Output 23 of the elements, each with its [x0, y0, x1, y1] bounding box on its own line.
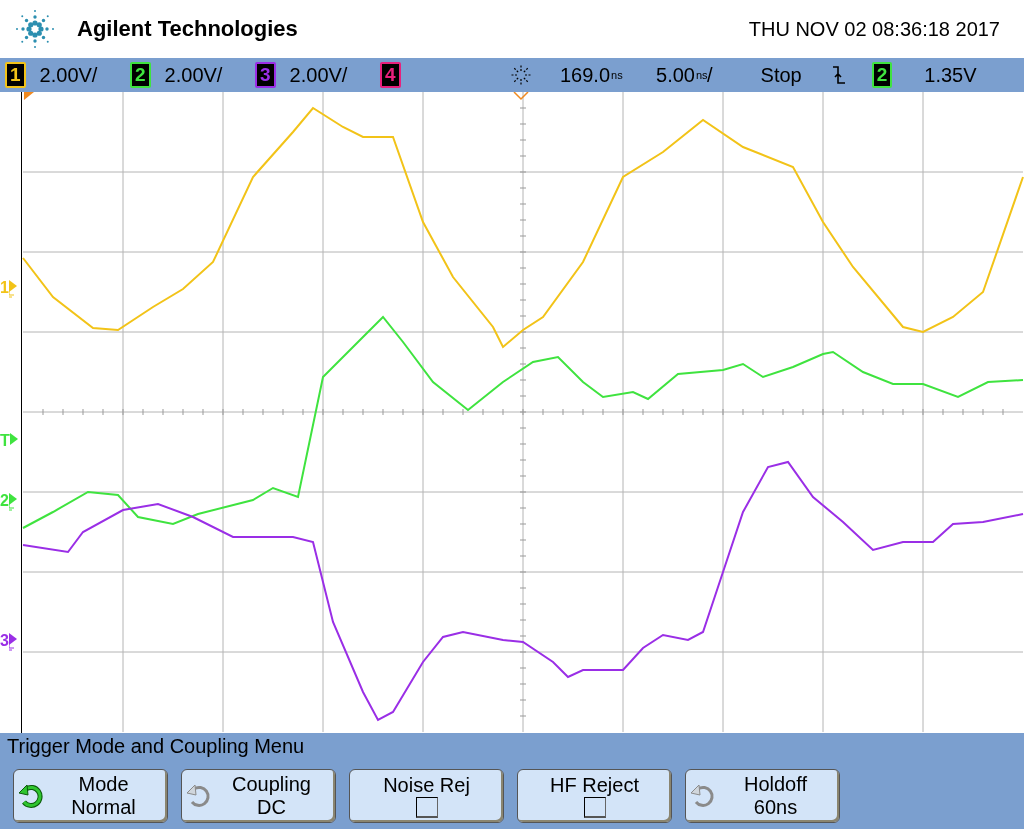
date-time: THU NOV 02 08:36:18 2017: [748, 17, 1000, 41]
channel-number[interactable]: 1: [5, 62, 26, 88]
brand-name: Agilent Technologies: [77, 16, 299, 42]
channel-scale: 2.00V/: [164, 63, 223, 87]
softkey[interactable]: Mode Normal: [13, 769, 168, 823]
trigger-level: 1.35V: [924, 63, 977, 87]
channel-number[interactable]: 3: [255, 62, 276, 88]
channel-scale: 2.00V/: [39, 63, 98, 87]
softkey[interactable]: Noise Rej: [349, 769, 504, 823]
delay-value: 169.0ns: [560, 63, 621, 87]
logo-icon: [15, 9, 55, 49]
channel-scale: 2.00V/: [289, 63, 348, 87]
channel-number[interactable]: 2: [130, 62, 151, 88]
timebase-scale: 5.00ns/: [656, 63, 713, 87]
menu-title: Trigger Mode and Coupling Menu: [7, 735, 305, 758]
run-state: Stop: [760, 63, 802, 87]
falling-edge-icon: [831, 65, 846, 85]
trigger-point-marker: [513, 92, 529, 101]
trigger-source: 2: [871, 62, 893, 88]
softkey[interactable]: Holdoff 60ns: [685, 769, 840, 823]
softkey[interactable]: HF Reject: [517, 769, 672, 823]
channel-number[interactable]: 4: [380, 62, 401, 88]
softkey[interactable]: Coupling DC: [181, 769, 336, 823]
